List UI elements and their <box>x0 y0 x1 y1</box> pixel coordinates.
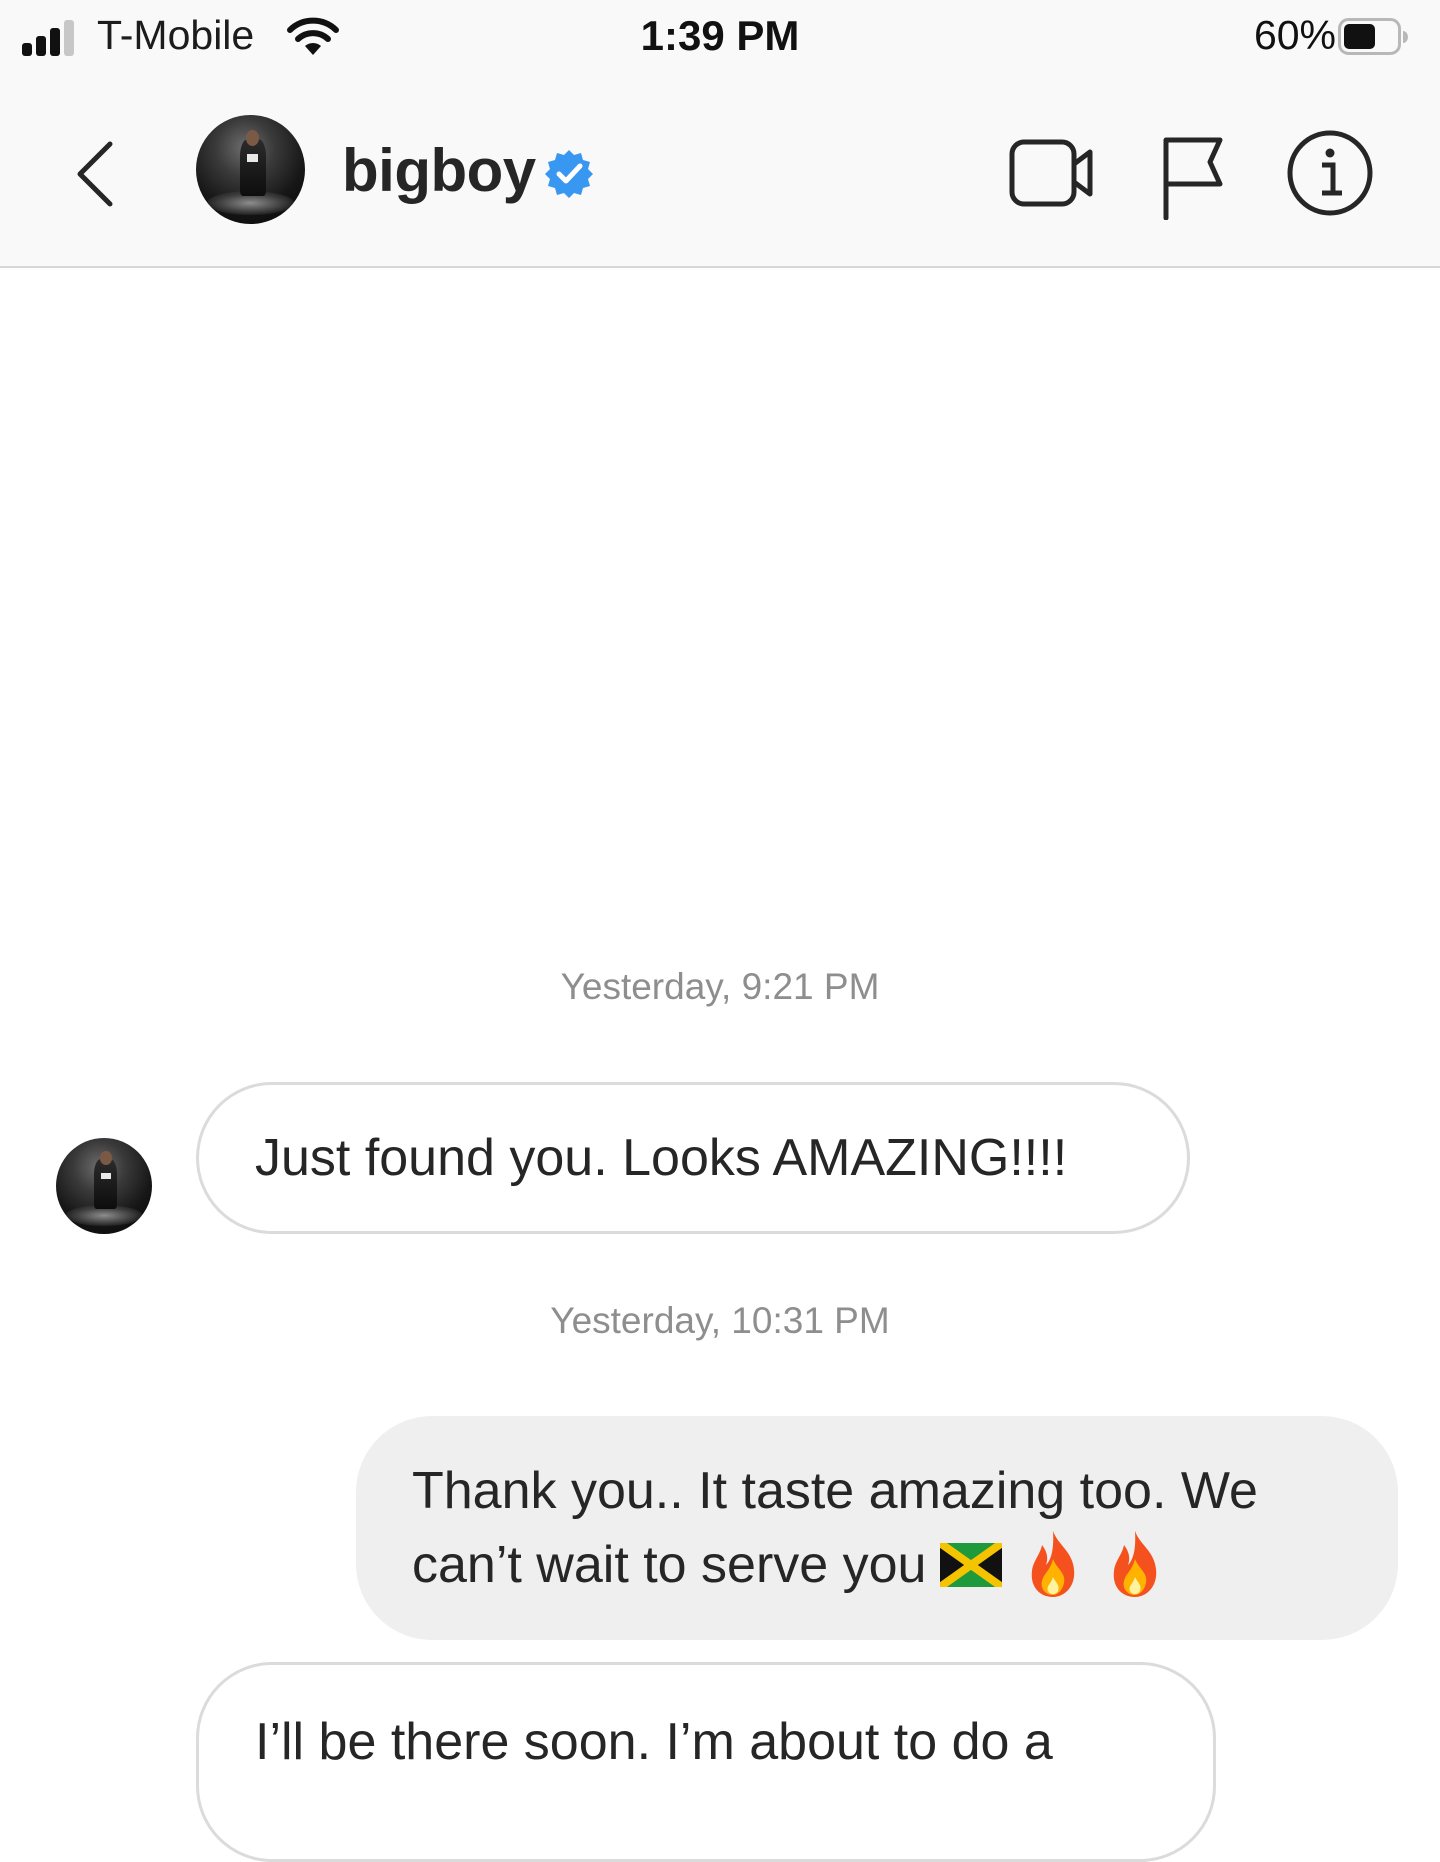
conversation-header: bigboy <box>0 84 1440 268</box>
battery-icon <box>1338 18 1408 55</box>
clock: 1:39 PM <box>640 12 800 59</box>
message-text: I’ll be there soon. I’m about to do a <box>255 1713 1053 1771</box>
fire-emoji <box>1114 1531 1157 1598</box>
incoming-message-bubble[interactable]: Just found you. Looks AMAZING!!!! <box>196 1082 1190 1234</box>
back-chevron-icon[interactable] <box>68 134 128 214</box>
message-text: Just found you. Looks AMAZING!!!! <box>255 1129 1068 1187</box>
status-bar: T-Mobile 1:39 PM 60% <box>0 0 1440 84</box>
fire-emoji <box>1032 1531 1075 1598</box>
info-icon[interactable] <box>1286 129 1374 217</box>
outgoing-message-bubble[interactable]: Thank you.. It taste amazing too. We can… <box>356 1416 1398 1640</box>
battery-percent: 60% <box>1253 12 1336 58</box>
verified-badge-icon <box>545 150 593 198</box>
video-call-icon[interactable] <box>1008 136 1096 212</box>
message-timestamp: Yesterday, 10:31 PM <box>550 1300 890 1341</box>
avatar[interactable] <box>196 115 305 224</box>
incoming-message-bubble[interactable]: I’ll be there soon. I’m about to do a <box>196 1662 1216 1862</box>
report-flag-icon[interactable] <box>1160 134 1226 220</box>
username[interactable]: bigboy <box>342 136 536 205</box>
sender-avatar[interactable] <box>56 1138 152 1234</box>
message-timestamp: Yesterday, 9:21 PM <box>560 966 880 1007</box>
jamaica-flag-emoji <box>940 1543 1003 1588</box>
